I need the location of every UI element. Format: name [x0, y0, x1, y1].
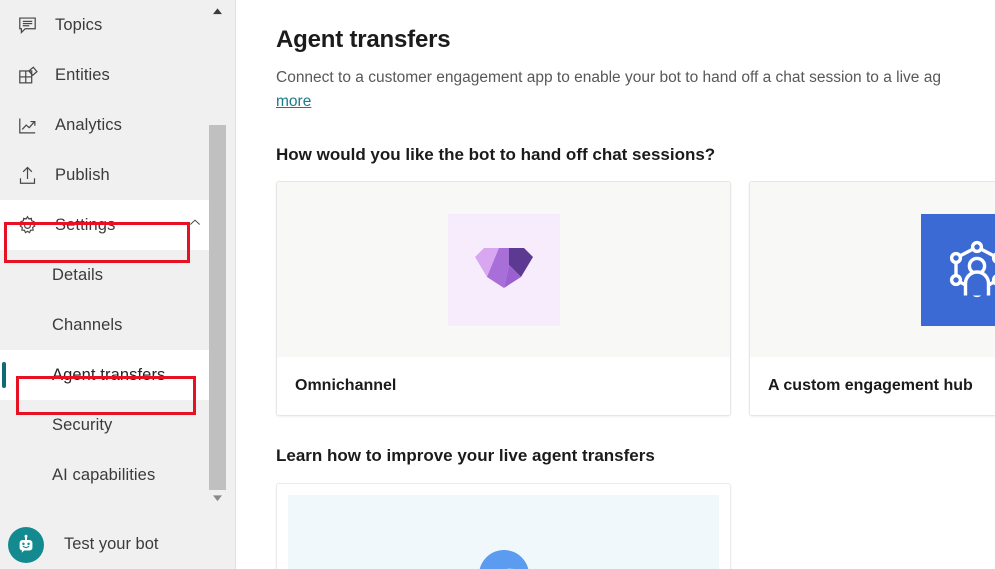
sidebar-item-settings[interactable]: Settings [0, 200, 211, 250]
card-footer: A custom engagement hub [750, 357, 995, 416]
card-custom-engagement-hub[interactable]: A custom engagement hub [749, 181, 995, 417]
handoff-options-list: Omnichannel A custom engagement hub [276, 181, 995, 417]
dynamics365-heart-icon [447, 213, 560, 326]
sidebar-nav-list: Topics Entities Analytics Publish Settin… [0, 0, 211, 500]
card-media [277, 182, 730, 358]
chevron-up-icon[interactable] [187, 215, 203, 236]
sidebar-item-details[interactable]: Details [0, 250, 211, 300]
sidebar-item-label: Channels [52, 315, 123, 334]
agent-transfers-screen: Topics Entities Analytics Publish Settin… [0, 0, 995, 569]
page-title: Agent transfers [276, 26, 451, 53]
card-footer: Omnichannel [277, 357, 730, 416]
engagement-hub-icon [920, 213, 995, 326]
sidebar-item-channels[interactable]: Channels [0, 300, 211, 350]
gear-icon [14, 212, 40, 238]
card-media [750, 182, 995, 358]
topics-icon [14, 12, 40, 38]
sidebar-item-topics[interactable]: Topics [0, 0, 211, 50]
sidebar-item-publish[interactable]: Publish [0, 150, 211, 200]
sidebar-item-analytics[interactable]: Analytics [0, 100, 211, 150]
learn-heading: Learn how to improve your live agent tra… [276, 446, 655, 466]
card-title: Omnichannel [295, 377, 397, 395]
main-content: Agent transfers Connect to a customer en… [236, 0, 995, 569]
card-omnichannel[interactable]: Omnichannel [276, 181, 731, 417]
page-description-text: Connect to a customer engagement app to … [276, 69, 941, 86]
sidebar-item-label: Settings [55, 215, 116, 234]
sidebar-item-label: Publish [55, 165, 110, 184]
test-your-bot-button[interactable]: Test your bot [0, 520, 211, 569]
sidebar-item-label: Details [52, 265, 104, 284]
sidebar-item-label: Topics [55, 15, 103, 34]
entities-icon [14, 62, 40, 88]
sidebar-item-entities[interactable]: Entities [0, 50, 211, 100]
section-heading: How would you like the bot to hand off c… [276, 145, 716, 165]
bot-avatar-icon [8, 526, 44, 563]
sidebar-item-label: Analytics [55, 115, 122, 134]
sidebar-item-label: AI capabilities [52, 465, 156, 484]
page-description: Connect to a customer engagement app to … [276, 66, 995, 114]
sidebar-item-agent-transfers[interactable]: Agent transfers [0, 350, 211, 400]
sidebar-scrollbar[interactable] [209, 0, 226, 569]
analytics-icon [14, 112, 40, 138]
sidebar-item-ai-capabilities[interactable]: AI capabilities [0, 450, 211, 500]
sidebar-item-label: Entities [55, 65, 110, 84]
scroll-down-icon[interactable] [209, 489, 226, 507]
test-your-bot-label: Test your bot [64, 535, 159, 553]
sidebar-item-label: Security [52, 415, 113, 434]
facebook-messenger-icon [478, 550, 529, 569]
sidebar: Topics Entities Analytics Publish Settin… [0, 0, 236, 569]
scrollbar-thumb[interactable] [209, 125, 226, 490]
sidebar-item-label: Agent transfers [52, 365, 166, 384]
learn-card[interactable] [276, 483, 731, 569]
sidebar-item-security[interactable]: Security [0, 400, 211, 450]
learn-card-media [288, 495, 719, 569]
selection-indicator [2, 362, 6, 388]
learn-more-link[interactable]: more [276, 90, 311, 114]
scroll-up-icon[interactable] [209, 2, 226, 20]
card-title: A custom engagement hub [768, 377, 973, 395]
publish-icon [14, 162, 40, 188]
